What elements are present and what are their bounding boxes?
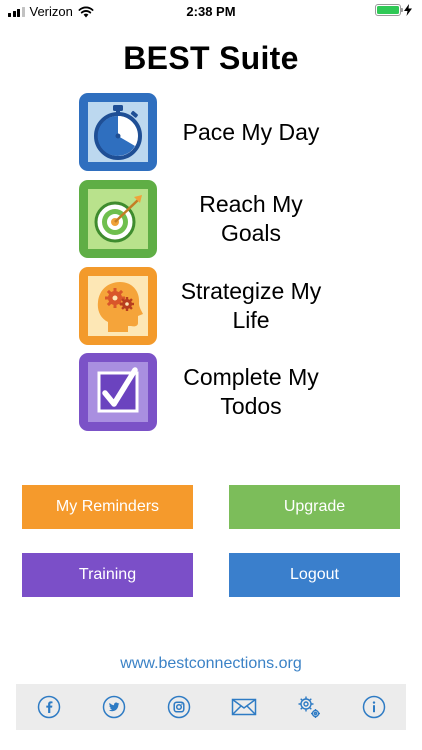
status-bar: Verizon 2:38 PM — [0, 0, 422, 24]
menu-item-reach-my-goals[interactable]: Reach My Goals — [79, 180, 359, 258]
footer-bar — [16, 684, 406, 730]
app-title: BEST Suite — [123, 40, 299, 76]
complete-my-todos-label: Complete My Todos — [183, 364, 319, 419]
facebook-button[interactable] — [33, 691, 65, 723]
strategize-my-life-label: Strategize My Life — [180, 278, 322, 333]
menu-item-complete-my-todos[interactable]: Complete My Todos — [79, 353, 359, 431]
info-icon — [362, 695, 385, 719]
twitter-button[interactable] — [98, 691, 130, 723]
settings-icon — [298, 696, 320, 718]
instagram-button[interactable] — [163, 691, 195, 723]
upgrade-button[interactable]: Upgrade — [229, 485, 400, 529]
target-icon — [94, 195, 142, 243]
menu-item-pace-my-day[interactable]: Pace My Day — [79, 93, 359, 171]
stopwatch-icon — [94, 105, 142, 160]
menu-item-strategize-my-life[interactable]: Strategize My Life — [79, 267, 359, 345]
my-reminders-button[interactable]: My Reminders — [22, 485, 193, 529]
website-link[interactable]: www.bestconnections.org — [0, 655, 422, 673]
head-gears-icon — [97, 282, 143, 332]
training-button[interactable]: Training — [22, 553, 193, 597]
battery-icon — [375, 4, 403, 16]
complete-my-todos-tile[interactable] — [79, 353, 157, 431]
logout-button[interactable]: Logout — [229, 553, 400, 597]
reach-my-goals-tile[interactable] — [79, 180, 157, 258]
charging-bolt-icon — [404, 4, 412, 16]
mail-button[interactable] — [228, 691, 260, 723]
pace-my-day-tile[interactable] — [79, 93, 157, 171]
info-button[interactable] — [358, 691, 390, 723]
strategize-my-life-tile[interactable] — [79, 267, 157, 345]
reach-my-goals-label: Reach My Goals — [199, 191, 303, 246]
status-time: 2:38 PM — [186, 4, 236, 19]
settings-button[interactable] — [293, 691, 325, 723]
instagram-icon — [167, 695, 190, 719]
twitter-icon — [102, 695, 125, 719]
status-right — [375, 4, 412, 16]
mail-icon — [231, 698, 256, 716]
facebook-icon — [37, 695, 60, 719]
checkbox-icon — [97, 367, 139, 413]
pace-my-day-label: Pace My Day — [182, 118, 320, 145]
